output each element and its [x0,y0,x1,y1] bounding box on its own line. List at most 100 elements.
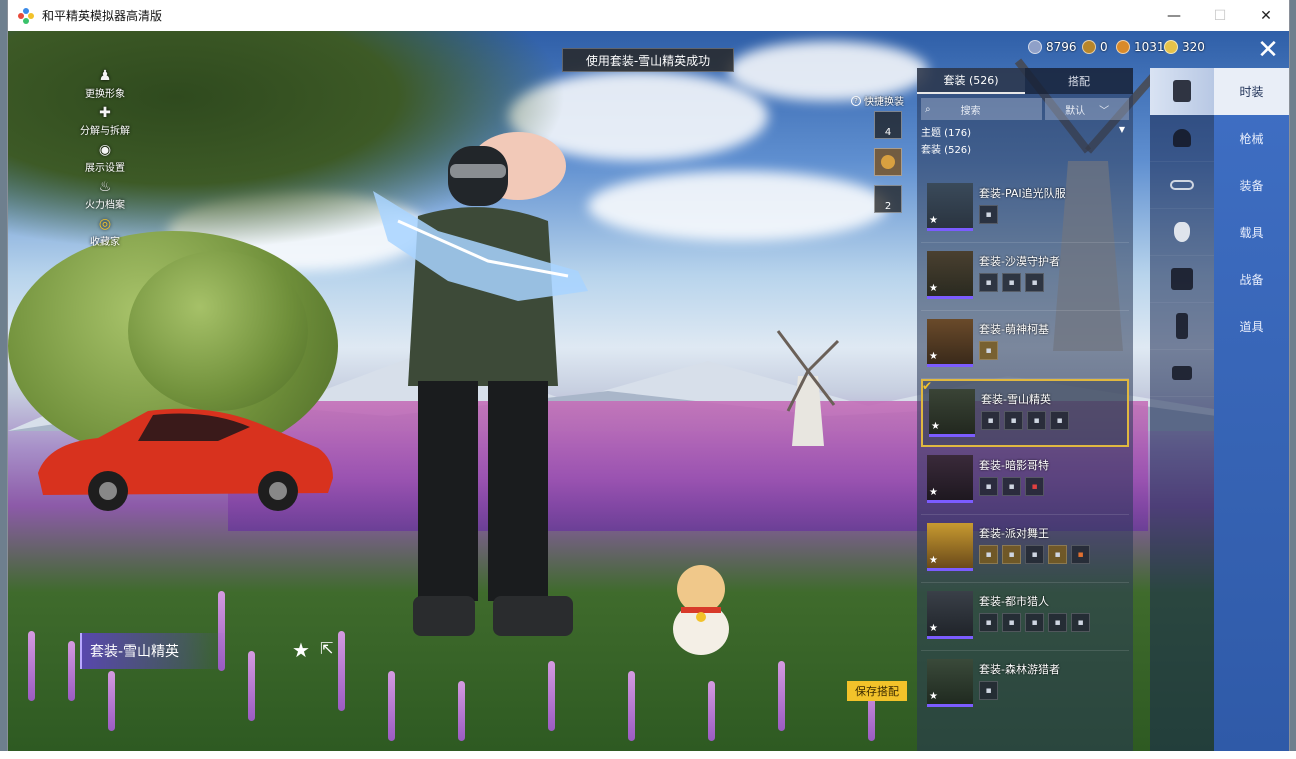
cloud [588,171,888,241]
tab-suits[interactable]: 套装 (526) [917,68,1025,94]
emblem-icon [881,155,895,169]
part-icon[interactable]: ▪ [979,273,998,292]
part-icon[interactable]: ▪ [979,477,998,496]
category-equipment[interactable]: 装备 [1214,162,1289,209]
taskbar-strip [0,751,1296,759]
shoes-slot[interactable] [1150,350,1214,397]
part-icon[interactable]: ▪ [1071,613,1090,632]
goggles-slot[interactable] [1150,162,1214,209]
star-icon: ★ [929,215,938,226]
quick-change-label: 快捷换装 [864,97,904,108]
change-appearance-button[interactable]: ♟ 更换形象 [70,67,140,100]
part-icon[interactable]: ▪ [1002,613,1021,632]
filter-suit: 套装 (526) [917,139,1133,156]
outfit-label: 套装-沙漠守护者 [979,255,1060,268]
tab-combos[interactable]: 搭配 [1025,68,1133,94]
category-vehicles[interactable]: 载具 [1214,209,1289,256]
share-icon[interactable]: ⇱ [320,639,342,659]
part-icon[interactable]: ▪ [1048,545,1067,564]
part-icon[interactable]: ▪ [1025,545,1044,564]
currency-value: 0 [1100,40,1108,54]
quick-slot-4[interactable]: 4 [874,111,902,139]
quick-change[interactable]: ? 快捷换装 [851,93,904,108]
helmet-slot[interactable] [1150,115,1214,162]
list-item[interactable]: ★ 套装-沙漠守护者 ▪ ▪ ▪ [921,243,1129,311]
list-item[interactable]: ★ 套装-萌神柯基 ▪ [921,311,1129,379]
list-item[interactable]: ★ 套装-森林游猎者 ▪ [921,651,1129,719]
goggles-icon [1170,180,1194,190]
list-item-selected[interactable]: ✔ ★ 套装-雪山精英 ▪ ▪ ▪ ▪ [921,379,1129,447]
minimize-button[interactable]: — [1151,0,1197,31]
filter-suit-label: 套装 (526) [921,145,972,156]
part-icon[interactable]: ▪ [1004,411,1023,430]
part-icon[interactable]: ▪ [1050,411,1069,430]
outfit-label: 套装-都市猎人 [979,595,1049,608]
category-fashion[interactable]: 时装 [1214,68,1289,115]
list-item[interactable]: ★ 套装-派对舞王 ▪ ▪ ▪ ▪ ▪ [921,515,1129,583]
save-outfit-button[interactable]: 保存搭配 [847,681,907,701]
part-icon[interactable]: ▪ [979,545,998,564]
toast-message: 使用套装-雪山精英成功 [562,48,734,72]
category-guns[interactable]: 枪械 [1214,115,1289,162]
decompose-button[interactable]: ✚ 分解与拆解 [70,104,140,137]
part-icon[interactable]: ▪ [1025,477,1044,496]
outfit-panel: 套装 (526) 搭配 ⌕ 搜索 默认 ﹀ 主题 (176) ▼ 套装 (526… [917,68,1133,751]
part-icon[interactable]: ▪ [979,613,998,632]
part-icon[interactable]: ▪ [979,681,998,700]
list-item[interactable]: ★ 套装-暗影哥特 ▪ ▪ ▪ [921,447,1129,515]
part-icon[interactable]: ▪ [1025,613,1044,632]
part-icon[interactable]: ▪ [1071,545,1090,564]
outfit-label: 套装-萌神柯基 [979,323,1049,336]
category-battle-prep[interactable]: 战备 [1214,256,1289,303]
collector-button[interactable]: ◎ 收藏家 [70,215,140,248]
quick-slot-number: 4 [884,127,892,138]
outfit-thumbnail: ★ [927,251,973,299]
outfit-slot[interactable] [1150,68,1214,115]
slot-icon-column [1150,68,1214,751]
display-settings-button[interactable]: ◉ 展示设置 [70,141,140,174]
maximize-button[interactable]: ☐ [1197,0,1243,31]
part-icon[interactable]: ▪ [1027,411,1046,430]
window-title: 和平精英模拟器高清版 [42,9,163,23]
part-icon[interactable]: ▪ [981,411,1000,430]
helmet-icon [1173,129,1191,147]
left-menu: ♟ 更换形象 ✚ 分解与拆解 ◉ 展示设置 ♨ 火力档案 ◎ 收藏家 [70,67,140,252]
lavender [778,661,785,731]
fire-archive-button[interactable]: ♨ 火力档案 [70,178,140,211]
currency-bronze: 0 [1082,40,1108,54]
part-icon[interactable]: ▪ [979,205,998,224]
part-icon[interactable]: ▪ [1002,273,1021,292]
category-items[interactable]: 道具 [1214,303,1289,350]
list-item[interactable]: ★ 套装-PAI追光队服 ▪ [921,175,1129,243]
part-icon[interactable]: ▪ [1025,273,1044,292]
jacket-icon [1171,268,1193,290]
collection-icon: ◎ [98,216,112,232]
filter-theme[interactable]: 主题 (176) ▼ [917,120,1133,139]
search-placeholder: 搜索 [960,105,981,117]
list-item[interactable]: ★ 套装-都市猎人 ▪ ▪ ▪ ▪ ▪ [921,583,1129,651]
outfit-thumbnail: ★ [927,319,973,367]
outfit-thumbnail: ★ [927,455,973,503]
pants-icon [1176,313,1188,339]
mask-slot[interactable] [1150,209,1214,256]
favorite-star-icon[interactable]: ★ [292,638,310,662]
outfit-label: 套装-森林游猎者 [979,663,1060,676]
jacket-slot[interactable] [1150,256,1214,303]
currency-value: 1031 [1134,40,1165,54]
sort-dropdown[interactable]: 默认 ﹀ [1045,98,1129,120]
part-icon[interactable]: ▪ [1048,613,1067,632]
close-window-button[interactable]: ✕ [1243,0,1289,31]
lavender [68,641,75,701]
game-viewport: ♟ 更换形象 ✚ 分解与拆解 ◉ 展示设置 ♨ 火力档案 ◎ 收藏家 使用套装-… [8,31,1289,751]
quick-slot-emblem[interactable] [874,148,902,176]
part-icon[interactable]: ▪ [1002,477,1021,496]
star-icon: ★ [931,421,940,432]
part-icon[interactable]: ▪ [1002,545,1021,564]
part-icon[interactable]: ▪ [979,341,998,360]
search-input[interactable]: ⌕ 搜索 [921,98,1043,120]
pants-slot[interactable] [1150,303,1214,350]
close-game-button[interactable]: ✕ [1255,37,1281,64]
menu-label: 火力档案 [85,200,125,211]
quick-slot-2[interactable]: 2 [874,185,902,213]
star-icon: ★ [929,351,938,362]
